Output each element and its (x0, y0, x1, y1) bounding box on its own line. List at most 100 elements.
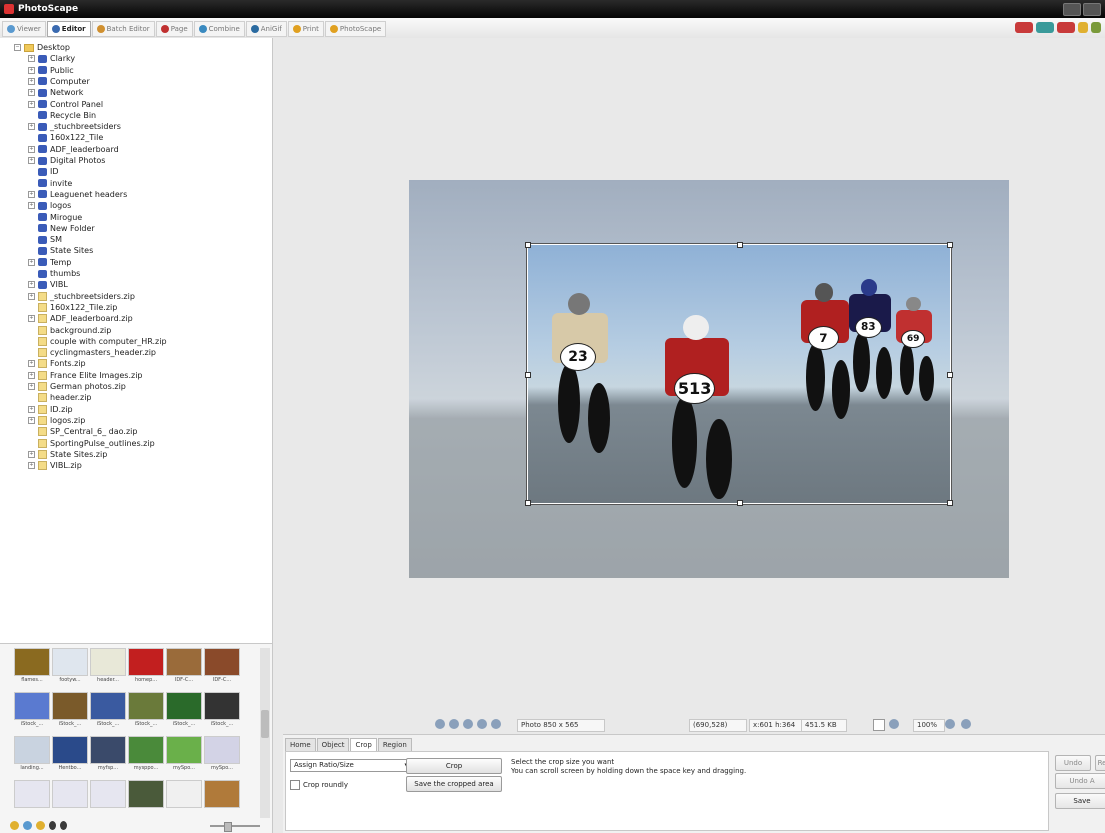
tree-item[interactable]: ID (28, 166, 59, 177)
thumbnail[interactable]: IDF-C... (204, 648, 240, 683)
zoom-in-icon[interactable] (945, 719, 955, 729)
tree-item[interactable]: + ADF_leaderboard.zip (28, 313, 133, 324)
tree-item[interactable]: + logos (28, 200, 71, 211)
undo-button[interactable]: Undo (1055, 755, 1091, 771)
tree-item[interactable]: 160x122_Tile (28, 132, 103, 143)
rotate-left-icon[interactable] (435, 719, 445, 729)
zoom-out-icon[interactable] (961, 719, 971, 729)
thumbnail[interactable]: iStock_... (204, 692, 240, 727)
crop-handle[interactable] (525, 372, 531, 378)
expand-toggle[interactable]: + (28, 258, 35, 266)
expand-toggle[interactable]: + (28, 202, 35, 210)
tree-item[interactable]: + State Sites.zip (28, 449, 107, 460)
expand-toggle[interactable]: + (28, 123, 35, 131)
record-icon[interactable] (1015, 22, 1033, 33)
edit-tab-region[interactable]: Region (377, 738, 412, 752)
zoom-actual-icon[interactable] (889, 719, 899, 729)
tree-item[interactable]: + Temp (28, 257, 71, 268)
open-folder-icon[interactable] (36, 821, 45, 830)
photo-canvas[interactable]: 23 513 7 83 69 (273, 38, 1105, 716)
tree-item[interactable]: Recycle Bin (28, 110, 96, 121)
tree-item[interactable]: cyclingmasters_header.zip (28, 347, 156, 358)
thumbnail[interactable]: homep... (128, 648, 164, 683)
thumbnail-scrollbar[interactable] (260, 648, 270, 818)
tab-viewer[interactable]: Viewer (2, 21, 46, 37)
thumbnail[interactable]: landing... (14, 736, 50, 771)
tree-item[interactable]: + ID.zip (28, 404, 73, 415)
expand-toggle[interactable]: + (28, 405, 35, 413)
expand-toggle[interactable]: − (14, 44, 21, 51)
tree-item[interactable]: couple with computer_HR.zip (28, 336, 167, 347)
expand-toggle[interactable]: + (28, 100, 35, 108)
thumbnail[interactable]: mysppo... (128, 736, 164, 771)
tree-item[interactable]: invite (28, 178, 72, 189)
expand-toggle[interactable]: + (28, 66, 35, 74)
expand-toggle[interactable]: + (28, 360, 35, 368)
tree-item[interactable]: + Digital Photos (28, 155, 105, 166)
expand-toggle[interactable]: + (28, 145, 35, 153)
expand-toggle[interactable]: + (28, 462, 35, 470)
crop-button[interactable]: Crop (406, 758, 502, 774)
tree-item[interactable]: + _stuchbreetsiders (28, 121, 121, 132)
tree-item[interactable]: State Sites (28, 245, 93, 256)
star-icon[interactable] (10, 821, 19, 830)
crop-handle[interactable] (947, 500, 953, 506)
expand-toggle[interactable]: + (28, 416, 35, 424)
crop-handle[interactable] (947, 372, 953, 378)
edit-tab-crop[interactable]: Crop (350, 738, 377, 752)
expand-toggle[interactable]: + (28, 292, 35, 300)
tree-item[interactable]: thumbs (28, 268, 80, 279)
thumbnail[interactable]: myfsp... (90, 736, 126, 771)
tab-batch-editor[interactable]: Batch Editor (91, 21, 155, 37)
thumbnail[interactable] (14, 780, 50, 809)
tree-item[interactable]: Mirogue (28, 212, 82, 223)
forward-arrow-icon[interactable] (60, 821, 67, 830)
tree-item[interactable]: + Fonts.zip (28, 358, 86, 369)
flip-icon[interactable] (463, 719, 473, 729)
tree-item[interactable]: + VIBL.zip (28, 460, 82, 471)
refresh-icon[interactable] (23, 821, 32, 830)
help-icon[interactable] (1057, 22, 1075, 33)
tree-item[interactable]: + German photos.zip (28, 381, 126, 392)
thumbnail[interactable]: header... (90, 648, 126, 683)
tree-item[interactable]: 160x122_Tile.zip (28, 302, 117, 313)
thumbnail[interactable]: flames... (14, 648, 50, 683)
thumbnail[interactable]: Hentbo... (52, 736, 88, 771)
fit-icon[interactable] (477, 719, 487, 729)
save-cropped-button[interactable]: Save the cropped area (406, 776, 502, 792)
tree-item[interactable]: + Public (28, 65, 74, 76)
thumbnail[interactable] (128, 780, 164, 809)
edit-tab-object[interactable]: Object (316, 738, 350, 752)
minimize-button[interactable] (1063, 3, 1081, 16)
crop-selection[interactable]: 23 513 7 83 69 (525, 242, 953, 506)
rotate-right-icon[interactable] (449, 719, 459, 729)
redo-button[interactable]: Re (1095, 755, 1105, 771)
tab-combine[interactable]: Combine (193, 21, 245, 37)
undo-all-button[interactable]: Undo A (1055, 773, 1105, 789)
tree-item[interactable]: + Leaguenet headers (28, 189, 127, 200)
tab-page[interactable]: Page (155, 21, 193, 37)
screen-capture-icon[interactable] (1036, 22, 1054, 33)
tree-item[interactable]: + France Elite Images.zip (28, 370, 143, 381)
save-button[interactable]: Save (1055, 793, 1105, 809)
tree-item[interactable]: − Desktop (14, 42, 70, 53)
expand-toggle[interactable]: + (28, 157, 35, 164)
tab-editor[interactable]: Editor (46, 21, 91, 37)
maximize-button[interactable] (1083, 3, 1101, 16)
tab-photoscape[interactable]: PhotoScape (324, 21, 387, 37)
tab-print[interactable]: Print (287, 21, 324, 37)
tree-item[interactable]: + Control Panel (28, 99, 103, 110)
tool-icon[interactable] (491, 719, 501, 729)
thumbnail[interactable] (52, 780, 88, 809)
thumbnail[interactable]: iStock_... (52, 692, 88, 727)
tree-item[interactable]: + logos.zip (28, 415, 85, 426)
tree-item[interactable]: + Network (28, 87, 83, 98)
tree-item[interactable]: SP_Central_6_ dao.zip (28, 426, 137, 437)
folder-icon[interactable] (1078, 22, 1088, 33)
expand-toggle[interactable]: + (28, 55, 35, 63)
expand-toggle[interactable]: + (28, 89, 35, 97)
thumbnail[interactable]: footyw... (52, 648, 88, 683)
thumbnail[interactable]: mySpo... (204, 736, 240, 771)
thumbnail[interactable] (90, 780, 126, 809)
crop-handle[interactable] (947, 242, 953, 248)
